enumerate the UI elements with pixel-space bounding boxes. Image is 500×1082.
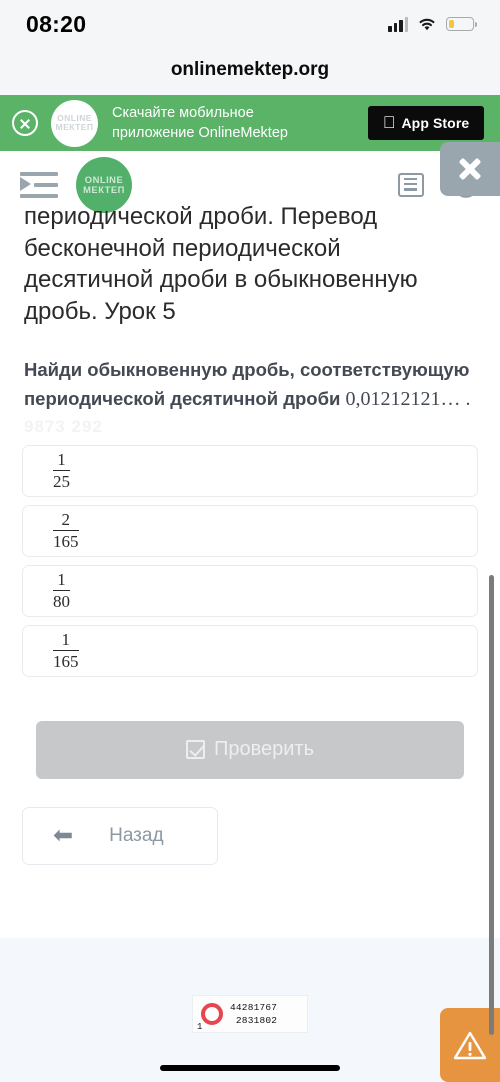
status-clock: 08:20	[26, 10, 87, 37]
back-button[interactable]: ⬅ Назад	[22, 806, 218, 865]
visitor-counter[interactable]: 44281767 2831802 1	[192, 995, 308, 1033]
banner-logo: ONLINE МЕКТЕП	[51, 99, 98, 147]
banner-text: Скачайте мобильное приложение OnlineMekt…	[112, 103, 368, 143]
answer-option-2[interactable]: 2 165	[22, 504, 478, 557]
browser-url-bar[interactable]: onlinemektep.org	[0, 48, 500, 92]
close-circle-icon[interactable]	[12, 110, 38, 136]
ad-close-button[interactable]	[440, 142, 500, 196]
fraction-denominator: 165	[53, 530, 79, 552]
battery-low-icon	[446, 17, 478, 31]
counter-index: 1	[197, 1022, 203, 1032]
apple-icon: 	[383, 114, 396, 131]
fraction-2: 2 165	[53, 510, 79, 551]
menu-indent-icon[interactable]	[20, 171, 58, 199]
lesson-title: периодической дроби. Перевод бесконечной…	[24, 203, 418, 326]
banner-text-line1: Скачайте мобильное	[112, 105, 254, 121]
counter-bottom: 2831802	[235, 1015, 278, 1026]
signal-bars-icon	[388, 16, 408, 32]
status-bar: 08:20	[0, 0, 500, 48]
app-store-button[interactable]:  App Store	[368, 106, 484, 140]
back-button-label: Назад	[109, 824, 164, 846]
fraction-1: 1 25	[53, 450, 70, 491]
warning-triangle-icon	[453, 1031, 487, 1059]
counter-top: 44281767	[230, 1001, 278, 1013]
fraction-numerator: 2	[61, 510, 71, 530]
answer-option-3[interactable]: 1 80	[22, 564, 478, 617]
checkbox-checked-icon	[185, 740, 205, 760]
app-store-label: App Store	[395, 115, 469, 131]
answer-options: 1 25 2 165 1 80 1 165	[0, 437, 500, 677]
arrow-left-icon: ⬅	[53, 821, 74, 849]
fraction-4: 1 165	[53, 630, 79, 671]
ghost-watermark: 9873 292	[24, 416, 103, 436]
status-icon-group	[388, 16, 478, 32]
question-text: Найди обыкновенную дробь, соответствующу…	[0, 356, 500, 415]
fraction-numerator: 1	[57, 570, 66, 590]
fraction-denominator: 165	[53, 650, 79, 672]
banner-text-line2: приложение OnlineMektep	[112, 125, 288, 141]
page-footer: 44281767 2831802 1	[0, 938, 500, 1082]
banner-logo-line2: МЕКТЕП	[55, 122, 94, 132]
answer-option-1[interactable]: 1 25	[22, 444, 478, 497]
fraction-numerator: 1	[57, 450, 66, 470]
site-logo-line2: МЕКТЕП	[83, 184, 125, 195]
red-ring-icon	[201, 1003, 223, 1025]
answer-option-4[interactable]: 1 165	[22, 624, 478, 677]
site-content-card: ONLINE МЕКТЕП периодической дроби. Перев…	[0, 151, 500, 938]
fraction-denominator: 25	[53, 470, 70, 492]
url-text: onlinemektep.org	[170, 59, 330, 80]
phone-screen: 08:20 onlinemektep.org ONLINE МЕКТЕП Ска…	[0, 0, 500, 1082]
close-x-icon	[457, 156, 483, 182]
fraction-numerator: 1	[61, 630, 71, 650]
check-button-label: Проверить	[213, 738, 315, 761]
page-scrollbar[interactable]	[489, 575, 494, 1035]
fraction-3: 1 80	[53, 570, 70, 611]
question-value: 0,01212121… .	[345, 387, 471, 410]
counter-numbers: 44281767 2831802	[230, 1001, 277, 1028]
list-icon[interactable]	[398, 173, 424, 197]
app-download-banner: ONLINE МЕКТЕП Скачайте мобильное приложе…	[0, 95, 500, 151]
wifi-icon	[417, 17, 437, 32]
check-button[interactable]: Проверить	[36, 720, 464, 779]
fraction-denominator: 80	[53, 590, 70, 612]
home-indicator	[160, 1065, 340, 1071]
